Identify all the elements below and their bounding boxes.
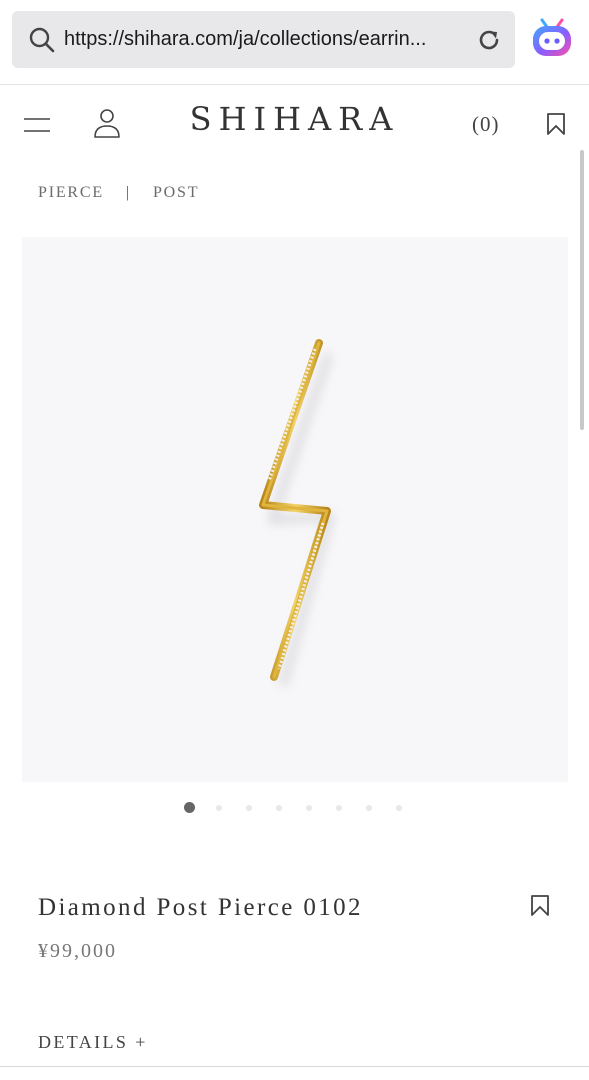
page-scrollbar[interactable] (580, 150, 584, 430)
gallery-dot[interactable] (396, 805, 402, 811)
product-image[interactable] (22, 237, 568, 782)
product-price: ¥99,000 (38, 940, 117, 962)
bookmark-icon[interactable] (545, 112, 567, 136)
breadcrumb-item-pierce[interactable]: PIERCE (38, 184, 104, 201)
gallery-dot[interactable] (366, 805, 372, 811)
url-text[interactable]: https://shihara.com/ja/collections/earri… (64, 28, 467, 51)
search-icon (29, 27, 55, 52)
breadcrumb: PIERCE | POST (38, 184, 199, 202)
breadcrumb-item-post[interactable]: POST (153, 184, 199, 201)
site-logo[interactable]: SHIHARA (0, 100, 589, 138)
lightning-earring-image (259, 339, 335, 687)
cart-count[interactable]: (0) (472, 112, 500, 137)
bookmark-icon[interactable] (530, 894, 550, 917)
reload-icon[interactable] (475, 26, 503, 54)
browser-toolbar: https://shihara.com/ja/collections/earri… (0, 0, 589, 85)
details-toggle[interactable]: DETAILS + (38, 1032, 148, 1053)
gallery-dot[interactable] (246, 805, 252, 811)
address-bar[interactable]: https://shihara.com/ja/collections/earri… (12, 11, 515, 68)
breadcrumb-separator: | (125, 184, 131, 201)
assistant-extension-icon[interactable] (529, 16, 575, 62)
product-title: Diamond Post Pierce 0102 (38, 894, 363, 921)
gallery-dot[interactable] (184, 802, 195, 813)
gallery-dot[interactable] (306, 805, 312, 811)
divider (0, 1066, 589, 1067)
gallery-dot[interactable] (276, 805, 282, 811)
gallery-dot[interactable] (216, 805, 222, 811)
gallery-dot[interactable] (336, 805, 342, 811)
